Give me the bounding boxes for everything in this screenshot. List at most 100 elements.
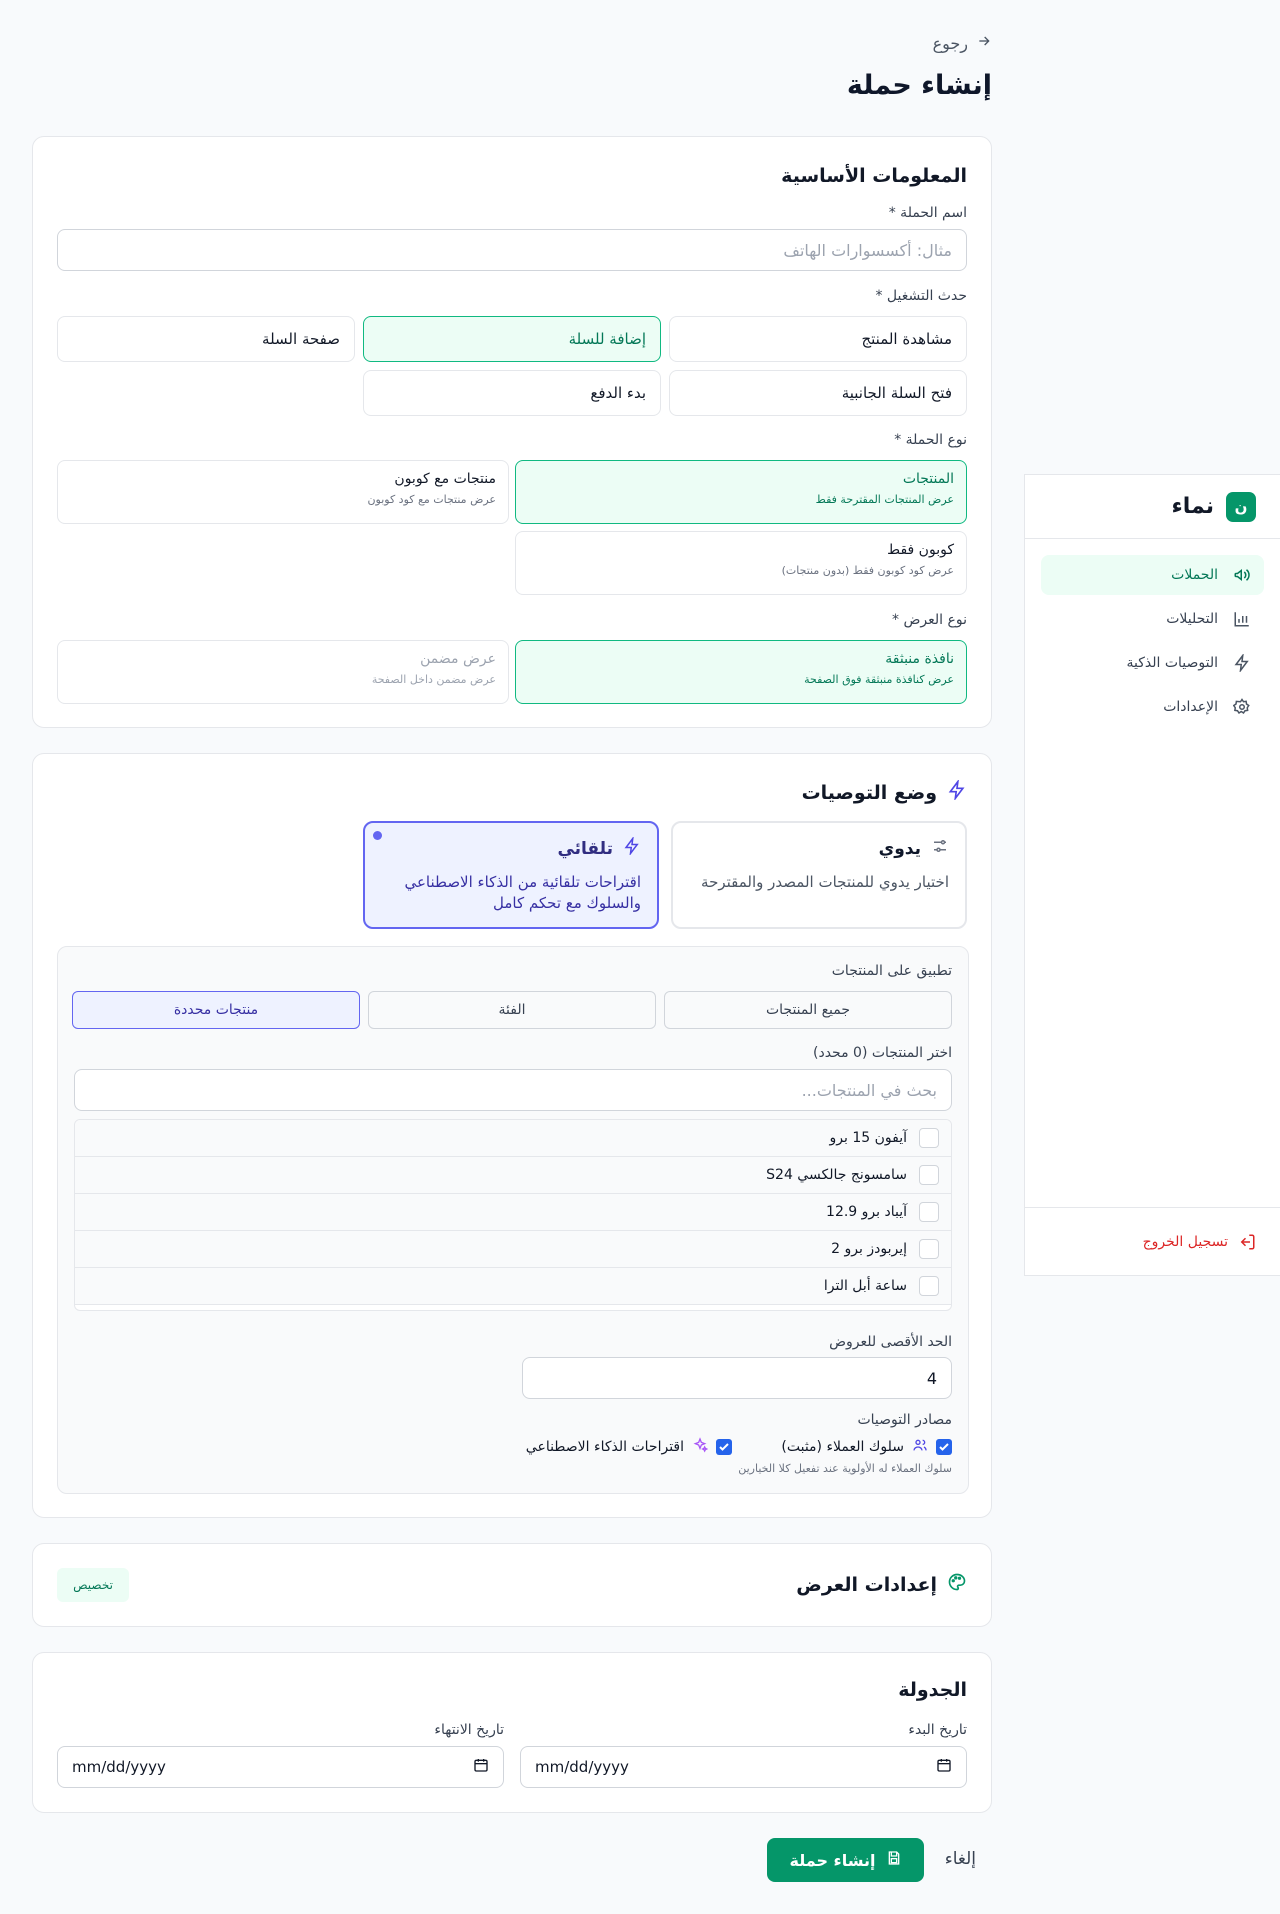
display-title: عرض مضمن (420, 651, 496, 667)
max-offers-input[interactable]: 4 (522, 1357, 952, 1399)
sidebar-item-label: التوصيات الذكية (1126, 655, 1218, 671)
brand-name: نماء (1171, 494, 1214, 519)
type-title: منتجات مع كوبون (394, 471, 496, 487)
mode-title-text: تلقائي (557, 838, 613, 859)
list-item[interactable]: إيربودز برو 2 (75, 1231, 951, 1268)
end-date-value: mm/dd/yyyy (72, 1758, 166, 1776)
trigger-option-product-view[interactable]: مشاهدة المنتج (669, 316, 967, 362)
display-settings-card[interactable]: إعدادات العرض تخصيص (32, 1543, 992, 1627)
trigger-option-add-to-cart[interactable]: إضافة للسلة (363, 316, 661, 362)
sources-note: سلوك العملاء له الأولوية عند تفعيل كلا ا… (738, 1462, 952, 1475)
brand-logo: ن (1226, 491, 1256, 522)
mode-title-text: يدوي (878, 838, 921, 859)
page-title: إنشاء حملة (846, 70, 992, 101)
product-checkbox[interactable] (919, 1202, 939, 1222)
product-search-input[interactable]: بحث في المنتجات... (74, 1069, 952, 1111)
campaign-type-coupon-only[interactable]: كوبون فقط عرض كود كوبون فقط (بدون منتجات… (515, 531, 967, 595)
customize-badge[interactable]: تخصيص (57, 1568, 129, 1602)
create-campaign-button[interactable]: إنشاء حملة (767, 1838, 924, 1882)
campaign-type-label: نوع الحملة * (894, 432, 967, 448)
source-ai-checkbox[interactable] (716, 1439, 732, 1455)
apply-category[interactable]: الفئة (368, 991, 656, 1029)
schedule-title: الجدولة (898, 1679, 967, 1701)
sidebar-item-label: الإعدادات (1163, 699, 1218, 715)
lightning-icon (1232, 653, 1252, 673)
max-offers-label: الحد الأقصى للعروض (829, 1334, 952, 1350)
schedule-card: الجدولة تاريخ البدء تاريخ الانتهاء mm/dd… (32, 1652, 992, 1813)
end-date-input[interactable]: mm/dd/yyyy (57, 1746, 504, 1788)
logout-button[interactable]: تسجيل الخروج (1025, 1207, 1280, 1275)
apply-specific-products[interactable]: منتجات محددة (72, 991, 360, 1029)
gear-icon (1232, 697, 1252, 717)
product-name: ساعة أبل الترا (823, 1278, 907, 1294)
display-title: نافذة منبثقة (885, 651, 954, 667)
sources-label: مصادر التوصيات (857, 1412, 952, 1428)
source-behavior[interactable]: سلوك العملاء (مثبت) (781, 1437, 952, 1457)
logout-icon (1238, 1233, 1256, 1251)
list-item[interactable]: ساعة أبل الترا (75, 1268, 951, 1305)
trigger-option-checkout[interactable]: بدء الدفع (363, 370, 661, 416)
source-behavior-checkbox[interactable] (936, 1439, 952, 1455)
type-desc: عرض منتجات مع كود كوبون (367, 493, 496, 506)
mode-auto-desc: اقتراحات تلقائية من الذكاء الاصطناعي وال… (404, 873, 641, 912)
recommendation-mode-title-text: وضع التوصيات (801, 781, 937, 804)
display-type-popup[interactable]: نافذة منبثقة عرض كنافذة منبثقة فوق الصفح… (515, 640, 967, 704)
sidebar-item-label: الحملات (1171, 567, 1218, 583)
apply-all-products[interactable]: جميع المنتجات (664, 991, 952, 1029)
recommendation-mode-title: وضع التوصيات (801, 778, 967, 805)
product-name: سامسونج جالكسي S24 (766, 1167, 907, 1183)
calendar-icon[interactable] (473, 1757, 489, 1777)
apply-to-label: تطبيق على المنتجات (831, 963, 952, 979)
sidebar-item-smart-recommendations[interactable]: التوصيات الذكية (1041, 643, 1264, 683)
campaign-name-label: اسم الحملة * (888, 205, 967, 221)
sparkles-icon (692, 1437, 709, 1457)
source-ai[interactable]: اقتراحات الذكاء الاصطناعي (526, 1437, 732, 1457)
product-name: إيربودز برو 2 (831, 1241, 907, 1257)
display-type-label: نوع العرض * (892, 612, 967, 628)
arrow-right-icon (976, 33, 992, 53)
display-desc: عرض مضمن داخل الصفحة (371, 673, 496, 686)
trigger-option-side-cart[interactable]: فتح السلة الجانبية (669, 370, 967, 416)
type-title: كوبون فقط (887, 542, 954, 558)
product-checkbox[interactable] (919, 1239, 939, 1259)
start-date-input[interactable]: mm/dd/yyyy (520, 1746, 967, 1788)
mode-manual-title: يدوي (689, 837, 949, 860)
lightning-icon (623, 835, 641, 860)
product-checkbox[interactable] (919, 1128, 939, 1148)
back-label: رجوع (932, 33, 968, 53)
back-link[interactable]: رجوع (933, 33, 992, 53)
product-checkbox[interactable] (919, 1165, 939, 1185)
list-item[interactable]: سامسونج جالكسي S24 (75, 1157, 951, 1194)
logout-label: تسجيل الخروج (1142, 1233, 1228, 1250)
campaign-name-input[interactable]: مثال: أكسسوارات الهاتف (57, 229, 967, 271)
product-checkbox[interactable] (919, 1276, 939, 1296)
display-desc: عرض كنافذة منبثقة فوق الصفحة (804, 673, 954, 686)
sidebar-item-analytics[interactable]: التحليلات (1041, 599, 1264, 639)
campaign-type-products-coupon[interactable]: منتجات مع كوبون عرض منتجات مع كود كوبون (57, 460, 509, 524)
recommendation-mode-card: وضع التوصيات يدوي اختيار يدوي للمنتجات ا… (32, 753, 992, 1518)
display-settings-title-text: إعدادات العرض (796, 1573, 937, 1596)
list-item[interactable]: آيباد برو 12.9 (75, 1194, 951, 1231)
sidebar: ن نماء الحملات التحليلات التوصيات الذكية (1024, 474, 1280, 1276)
mode-auto[interactable]: تلقائي اقتراحات تلقائية من الذكاء الاصطن… (363, 821, 659, 929)
sidebar-item-campaigns[interactable]: الحملات (1041, 555, 1264, 595)
source-ai-label: اقتراحات الذكاء الاصطناعي (525, 1439, 684, 1455)
users-icon (912, 1437, 928, 1457)
type-title: المنتجات (902, 471, 954, 487)
mode-manual-desc: اختيار يدوي للمنتجات المصدر والمقترحة (701, 873, 949, 891)
mode-manual[interactable]: يدوي اختيار يدوي للمنتجات المصدر والمقتر… (671, 821, 967, 929)
display-type-inline[interactable]: عرض مضمن عرض مضمن داخل الصفحة (57, 640, 509, 704)
source-behavior-label: سلوك العملاء (مثبت) (781, 1439, 904, 1455)
sliders-icon (931, 837, 949, 860)
mode-auto-title: تلقائي (381, 835, 641, 860)
calendar-icon[interactable] (936, 1757, 952, 1777)
palette-icon (947, 1572, 967, 1597)
sidebar-item-settings[interactable]: الإعدادات (1041, 687, 1264, 727)
cancel-button[interactable]: إلغاء (945, 1849, 976, 1869)
campaign-type-products[interactable]: المنتجات عرض المنتجات المقترحة فقط (515, 460, 967, 524)
trigger-option-cart-page[interactable]: صفحة السلة (57, 316, 355, 362)
select-products-label: اختر المنتجات (0 محدد) (813, 1045, 952, 1061)
list-item[interactable]: آيفون 15 برو (75, 1120, 951, 1157)
lightning-icon (947, 778, 967, 805)
type-desc: عرض المنتجات المقترحة فقط (815, 493, 954, 506)
